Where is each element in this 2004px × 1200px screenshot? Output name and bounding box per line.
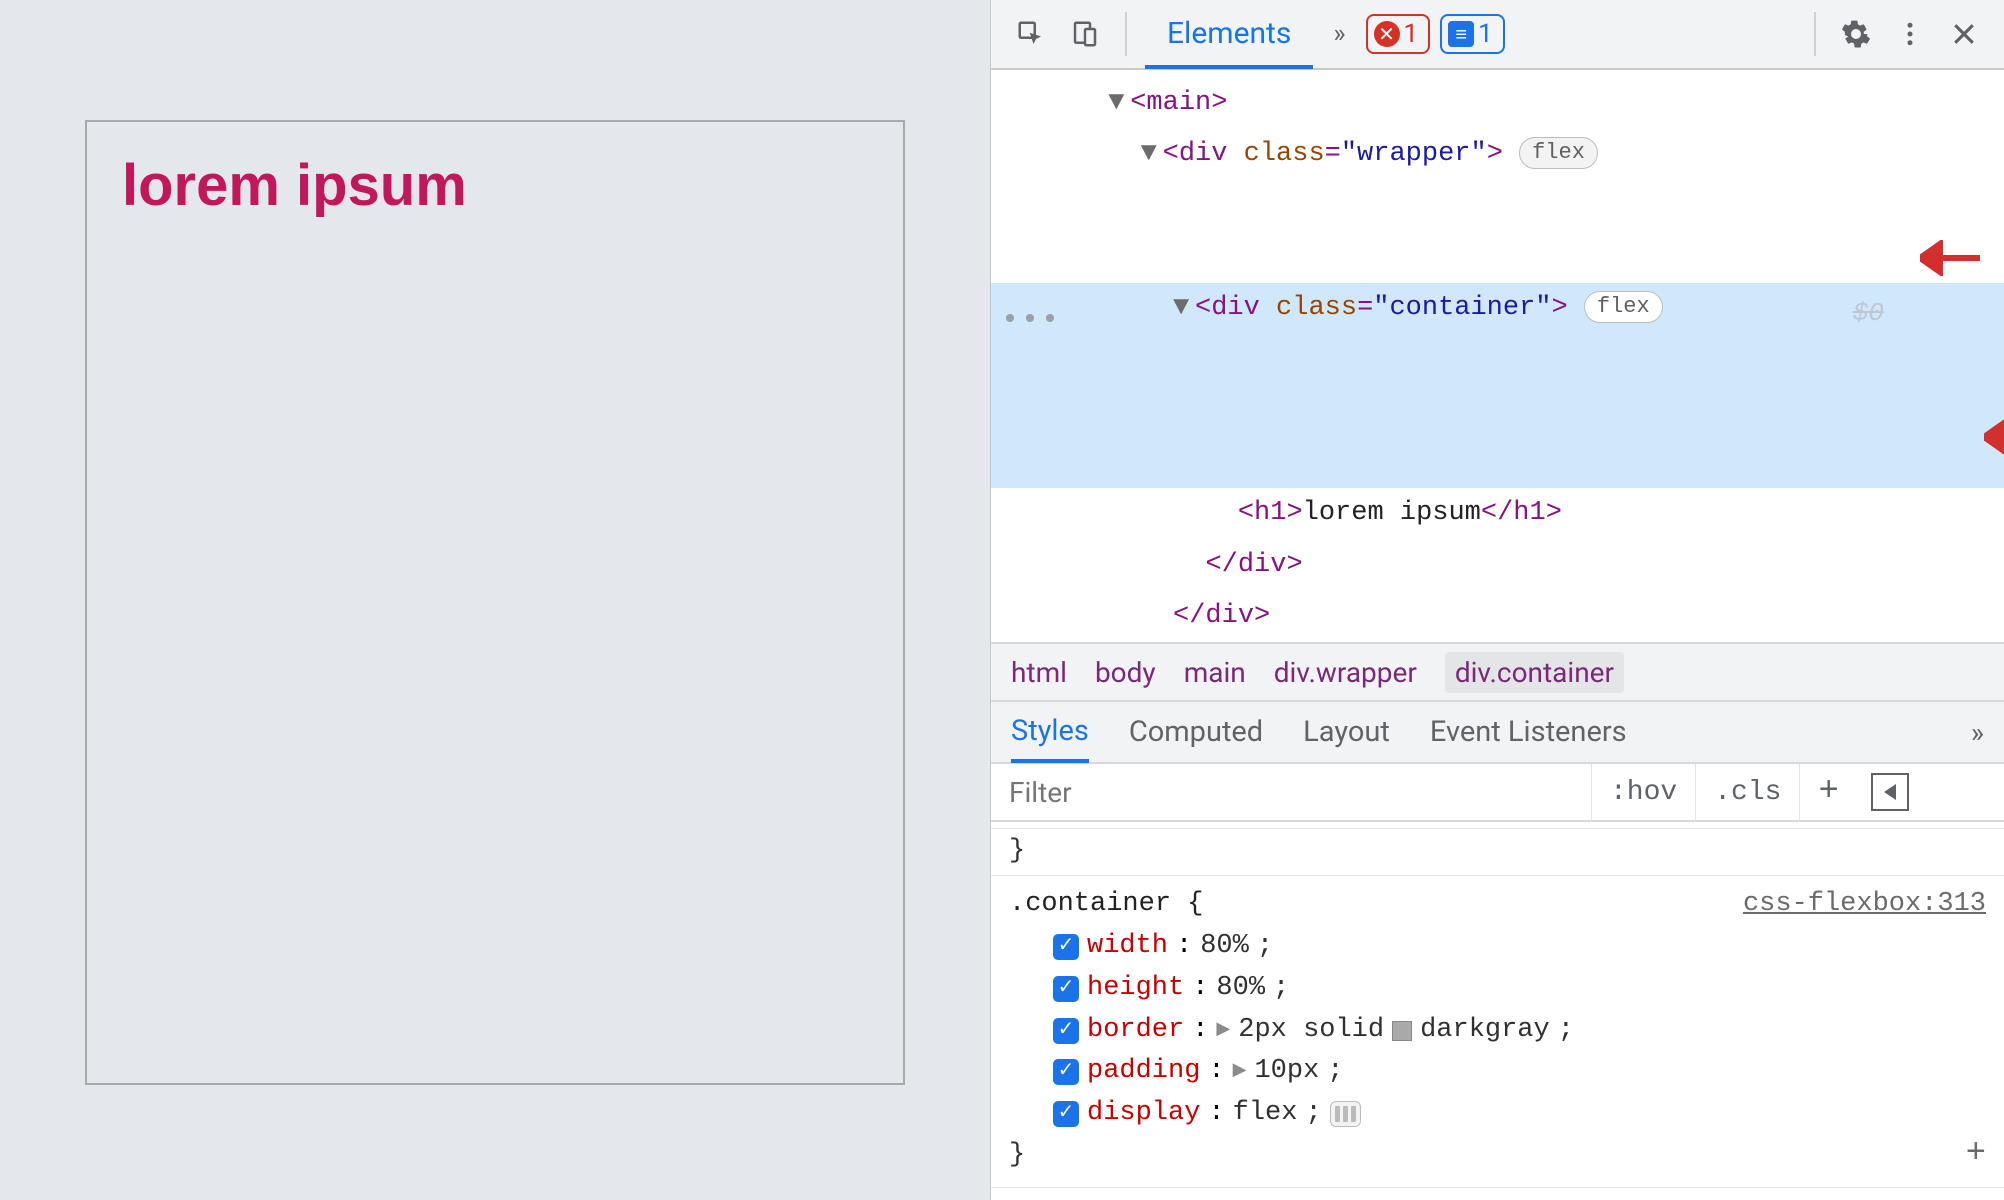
checkbox-icon[interactable]: ✓ xyxy=(1053,1018,1079,1044)
subtab-layout[interactable]: Layout xyxy=(1303,715,1390,749)
subtab-styles[interactable]: Styles xyxy=(1011,703,1089,763)
color-swatch-icon[interactable] xyxy=(1392,1021,1412,1041)
page-preview: lorem ipsum xyxy=(0,0,990,1200)
crumb-container[interactable]: div.container xyxy=(1445,652,1624,693)
rule-container[interactable]: .container { css-flexbox:313 ✓ width: 80… xyxy=(991,876,2004,1188)
more-tabs-icon[interactable]: » xyxy=(1323,19,1355,49)
decl-width[interactable]: ✓ width: 80%; xyxy=(1009,926,1986,968)
rule-selector[interactable]: .container { xyxy=(1009,884,1203,926)
rule-selector[interactable]: div { xyxy=(1009,1196,1090,1200)
decl-display[interactable]: ✓ display: flex; xyxy=(1009,1093,1986,1135)
dom-node-wrapper[interactable]: ▼<div class="wrapper"> flex xyxy=(991,129,2004,283)
breadcrumb: html body main div.wrapper div.container xyxy=(991,642,2004,702)
dom-node-close-wrapper[interactable]: </div> xyxy=(991,591,2004,642)
cls-button[interactable]: .cls xyxy=(1695,764,1799,820)
ellipsis-icon[interactable]: ••• xyxy=(1001,293,1061,350)
devtools-panel: Elements » ✕ 1 ≡ 1 ▼<main> ▼<div class="… xyxy=(990,0,2004,1200)
console-alias: $0 xyxy=(1853,289,1884,338)
crumb-html[interactable]: html xyxy=(1011,656,1067,689)
decl-height[interactable]: ✓ height: 80%; xyxy=(1009,968,1986,1010)
annotation-arrow-icon xyxy=(1854,368,1914,404)
flex-editor-icon[interactable] xyxy=(1330,1101,1361,1127)
kebab-icon[interactable] xyxy=(1888,12,1932,56)
flex-badge[interactable]: flex xyxy=(1584,291,1663,323)
flex-badge[interactable]: flex xyxy=(1519,137,1598,169)
rendered-container: lorem ipsum xyxy=(85,120,905,1085)
subtab-event-listeners[interactable]: Event Listeners xyxy=(1430,715,1627,749)
message-icon: ≡ xyxy=(1448,21,1474,47)
dom-node-close-container[interactable]: </div> xyxy=(991,540,2004,591)
decl-border[interactable]: ✓ border: ▶ 2px solid darkgray; xyxy=(1009,1010,1986,1052)
close-icon[interactable] xyxy=(1942,12,1986,56)
checkbox-icon[interactable]: ✓ xyxy=(1053,1101,1079,1127)
expand-icon[interactable]: ▶ xyxy=(1233,1058,1247,1086)
checkbox-icon[interactable]: ✓ xyxy=(1053,1059,1079,1085)
hov-button[interactable]: :hov xyxy=(1591,764,1695,820)
tab-elements[interactable]: Elements xyxy=(1145,1,1313,69)
add-declaration-icon[interactable]: + xyxy=(1966,1128,1986,1181)
toolbar-divider xyxy=(1814,12,1816,56)
sidebar-toggle-icon[interactable] xyxy=(1871,773,1909,811)
annotation-arrow-icon xyxy=(1790,188,1850,224)
rule-source-ua: user agent stylesheet xyxy=(1646,1196,1986,1200)
dom-node-container[interactable]: ••• ▼<div class="container"> flex $0 xyxy=(991,283,2004,488)
expand-icon[interactable]: ▶ xyxy=(1216,1017,1230,1045)
new-rule-button[interactable]: + xyxy=(1799,764,1856,820)
device-toggle-icon[interactable] xyxy=(1063,12,1107,56)
styles-subtabs: Styles Computed Layout Event Listeners » xyxy=(991,702,2004,764)
styles-rules: } .container { css-flexbox:313 ✓ width: … xyxy=(991,822,2004,1200)
crumb-body[interactable]: body xyxy=(1095,656,1156,689)
rule-div-ua[interactable]: div { user agent stylesheet display: blo… xyxy=(991,1188,2004,1200)
dom-node-main[interactable]: ▼<main> xyxy=(991,78,2004,129)
rule-source-link[interactable]: css-flexbox:313 xyxy=(1743,884,1986,926)
error-icon: ✕ xyxy=(1374,21,1400,47)
styles-filter-input[interactable] xyxy=(991,764,1591,820)
styles-filter-bar: :hov .cls + xyxy=(991,764,2004,822)
errors-count: 1 xyxy=(1404,19,1419,49)
inspect-icon[interactable] xyxy=(1009,12,1053,56)
toolbar-divider xyxy=(1125,12,1127,56)
devtools-toolbar: Elements » ✕ 1 ≡ 1 xyxy=(991,0,2004,70)
errors-badge[interactable]: ✕ 1 xyxy=(1366,14,1431,54)
elements-tree[interactable]: ▼<main> ▼<div class="wrapper"> flex ••• … xyxy=(991,70,2004,642)
messages-badge[interactable]: ≡ 1 xyxy=(1440,14,1505,54)
more-subtabs-icon[interactable]: » xyxy=(1971,716,1984,749)
crumb-main[interactable]: main xyxy=(1184,656,1246,689)
subtab-computed[interactable]: Computed xyxy=(1129,715,1263,749)
messages-count: 1 xyxy=(1478,19,1493,49)
crumb-wrapper[interactable]: div.wrapper xyxy=(1274,656,1417,689)
checkbox-icon[interactable]: ✓ xyxy=(1053,976,1079,1002)
checkbox-icon[interactable]: ✓ xyxy=(1053,934,1079,960)
rendered-heading: lorem ipsum xyxy=(122,152,868,219)
dom-node-h1[interactable]: <h1>lorem ipsum</h1> xyxy=(991,488,2004,539)
decl-padding[interactable]: ✓ padding: ▶ 10px; xyxy=(1009,1051,1986,1093)
gear-icon[interactable] xyxy=(1834,12,1878,56)
